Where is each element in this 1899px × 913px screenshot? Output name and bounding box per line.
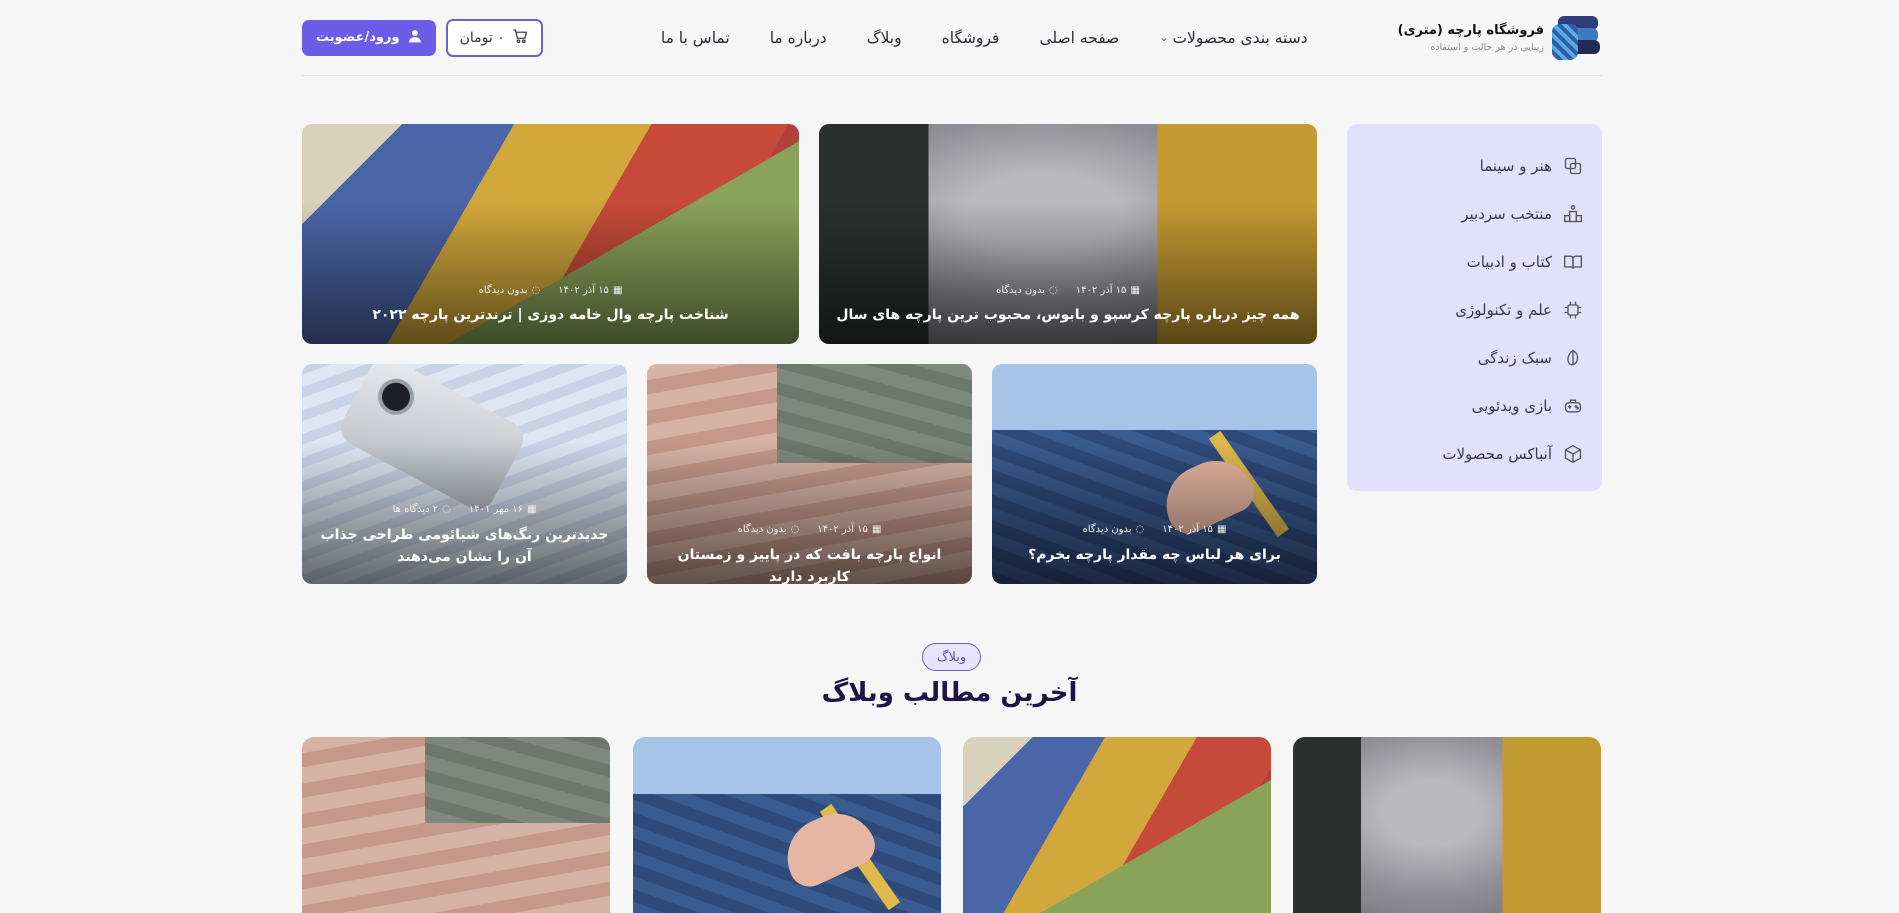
category-label: سبک زندگی [1477,349,1552,367]
category-item-lifestyle[interactable]: سبک زندگی [1365,334,1584,382]
blog-card[interactable] [302,737,610,913]
post-date: ▦ ۱۵ آذر ۱۴۰۲ [1075,285,1140,296]
cart-button[interactable]: ۰ تومان [445,18,543,57]
nav-item-about[interactable]: درباره ما [770,29,827,47]
user-icon [408,29,422,47]
post-date: ▦ ۱۵ آذر ۱۴۰۲ [1162,524,1227,535]
post-comments: ◌ بدون دیدگاه [1082,524,1145,535]
calendar-icon: ▦ [871,524,882,535]
calendar-icon: ▦ [1130,285,1140,296]
box-icon [1562,443,1584,465]
category-item-books[interactable]: کتاب و ادبیات [1365,238,1584,286]
comment-icon: ◌ [442,504,451,515]
category-label: منتخب سردبیر [1461,205,1552,223]
podium-icon [1562,203,1584,225]
featured-card[interactable]: ▦ ۱۵ آذر ۱۴۰۲ ◌ بدون دیدگاه شناخت پارچه وا… [302,124,799,344]
comment-icon: ◌ [531,285,541,296]
featured-card[interactable]: ▦ ۱۶ مهر ۱۴۰۱ ◌ ۲ دیدگاه ها جدیدترین رنگ‌ه… [302,364,627,584]
post-date: ▦ ۱۵ آذر ۱۴۰۲ [817,524,882,535]
post-title[interactable]: شناخت پارچه وال خامه دوزی | ترندترین پار… [316,304,785,326]
book-icon [1562,251,1584,273]
main-nav: دسته بندی محصولات ⌄ صفحه اصلی فروشگاه وب… [661,29,1308,47]
nav-item-categories[interactable]: دسته بندی محصولات ⌄ [1159,29,1307,47]
post-title[interactable]: برای هر لباس چه مقدار پارچه بخرم؟ [1006,544,1303,566]
category-item-unboxing[interactable]: آنباکس محصولات [1365,430,1584,478]
brand-logo [1552,12,1602,64]
brand-subtitle: زیبایی در هر حالت و استفاده [1430,41,1544,53]
post-comments: ◌ بدون دیدگاه [737,524,800,535]
nav-item-label: دسته بندی محصولات [1172,28,1308,47]
gamepad-icon [1562,395,1584,417]
featured-card[interactable]: ▦ ۱۵ آذر ۱۴۰۲ ◌ بدون دیدگاه انواع پارچه با… [647,364,972,584]
blog-card[interactable] [633,737,941,913]
post-comments: ◌ بدون دیدگاه [478,285,541,296]
post-title[interactable]: انواع پارچه بافت که در پاییز و زمستان کا… [661,544,958,584]
category-label: بازی ویدئویی [1471,397,1552,415]
comment-icon: ◌ [790,524,800,535]
post-title[interactable]: جدیدترین رنگ‌های شیائومی طراحی جذاب آن ر… [316,524,613,568]
featured-card[interactable]: ▦ ۱۵ آذر ۱۴۰۲ ◌ بدون دیدگاه برای هر لباس چ… [992,364,1317,584]
category-label: علم و تکنولوژی [1455,301,1552,319]
chevron-down-icon: ⌄ [1159,31,1169,44]
nav-item-home[interactable]: صفحه اصلی [1039,29,1119,47]
brand[interactable]: فروشگاه پارچه (متری) زیبایی در هر حالت و… [1398,12,1602,64]
cart-icon [511,27,529,49]
comment-icon: ◌ [1049,285,1058,296]
nav-item-shop[interactable]: فروشگاه [942,29,1000,47]
chip-icon [1562,299,1584,321]
category-label: کتاب و ادبیات [1466,253,1552,271]
calendar-icon: ▦ [526,504,537,515]
nav-item-blog[interactable]: وبلاگ [867,29,902,47]
featured-card[interactable]: ▦ ۱۵ آذر ۱۴۰۲ ◌ بدون دیدگاه همه چیز درباره… [819,124,1317,344]
blog-card[interactable] [1293,737,1601,913]
post-date: ▦ ۱۶ مهر ۱۴۰۱ [468,504,537,515]
blog-heading: آخرین مطالب وبلاگ [821,678,1078,708]
leaf-icon [1562,347,1584,369]
blog-badge: وبلاگ [922,643,981,671]
film-icon [1562,155,1584,177]
calendar-icon: ▦ [612,285,623,296]
cart-total: ۰ تومان [459,29,505,46]
post-title[interactable]: همه چیز درباره پارچه کرسپو و بابوس، محبو… [833,304,1303,326]
calendar-icon: ▦ [1216,524,1227,535]
post-comments: ◌ بدون دیدگاه [996,285,1058,296]
category-sidebar: هنر و سینما منتخب سردبیر کتاب و ادبیات ع… [1347,124,1602,491]
comment-icon: ◌ [1135,524,1145,535]
category-label: آنباکس محصولات [1442,445,1552,463]
category-item-editors-pick[interactable]: منتخب سردبیر [1365,190,1584,238]
post-date: ▦ ۱۵ آذر ۱۴۰۲ [558,285,623,296]
post-comments: ◌ ۲ دیدگاه ها [392,504,451,515]
nav-item-contact[interactable]: تماس با ما [661,29,730,47]
brand-title: فروشگاه پارچه (متری) [1397,22,1544,38]
category-item-art[interactable]: هنر و سینما [1365,142,1584,190]
category-item-games[interactable]: بازی ویدئویی [1365,382,1584,430]
category-item-science[interactable]: علم و تکنولوژی [1365,286,1584,334]
login-label: ورود/عضویت [316,30,400,45]
site-header: فروشگاه پارچه (متری) زیبایی در هر حالت و… [302,0,1602,76]
category-label: هنر و سینما [1479,157,1552,175]
blog-card[interactable] [963,737,1271,913]
login-button[interactable]: ورود/عضویت [302,19,436,56]
